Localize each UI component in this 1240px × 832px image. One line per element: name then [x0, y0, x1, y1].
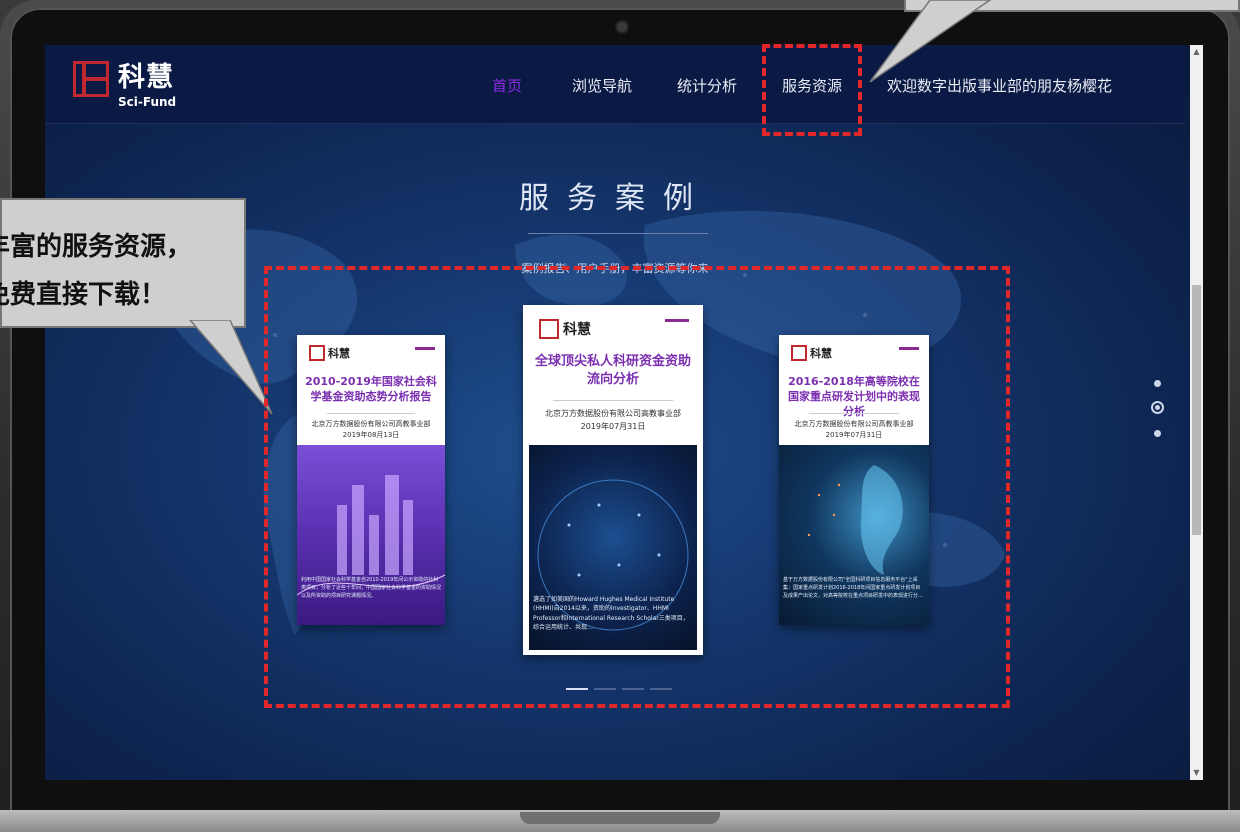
scroll-up-icon[interactable]: ▲: [1190, 45, 1203, 59]
side-nav-dot-active[interactable]: [1151, 401, 1164, 414]
left-callout-line-1: 丰富的服务资源，: [0, 232, 193, 262]
logo-name[interactable]: 科慧: [118, 55, 174, 94]
nav-statistics[interactable]: 统计分析: [677, 75, 737, 96]
highlight-service-cases: [264, 266, 1010, 708]
page-scrollbar[interactable]: ▲ ▼: [1190, 45, 1203, 780]
nav-browse[interactable]: 浏览导航: [572, 75, 632, 96]
title-divider: [528, 233, 708, 234]
scroll-down-icon[interactable]: ▼: [1190, 766, 1203, 780]
logo-subtitle: Sci-Fund: [118, 95, 177, 109]
nav-user-name[interactable]: 杨樱花: [1067, 75, 1112, 96]
left-callout-box: 丰富的服务资源， 免费直接下载！: [0, 198, 246, 328]
scroll-thumb[interactable]: [1192, 285, 1201, 535]
top-navbar: 科慧 Sci-Fund 首页 浏览导航 统计分析 服务资源 欢迎数字出版事业部的…: [45, 45, 1185, 124]
highlight-service-resources: [762, 44, 862, 136]
nav-home[interactable]: 首页: [492, 75, 522, 96]
left-callout-line-2: 免费直接下载！: [0, 280, 167, 310]
laptop-camera-icon: [617, 22, 627, 32]
top-callout-pointer: [869, 0, 992, 83]
laptop-notch: [520, 812, 720, 824]
side-nav-dot-3[interactable]: [1154, 430, 1161, 437]
side-nav-dot-1[interactable]: [1154, 380, 1161, 387]
scifund-logo-icon[interactable]: [73, 61, 109, 97]
